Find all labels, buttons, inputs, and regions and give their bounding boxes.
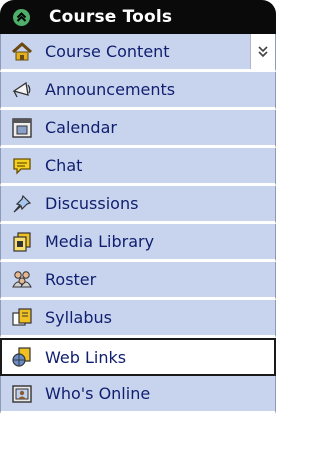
web-links-icon bbox=[11, 346, 33, 368]
course-tools-panel: Course Tools Course Content Announcement… bbox=[0, 0, 276, 470]
menu-item-web-links[interactable]: Web Links bbox=[0, 338, 276, 376]
pushpin-icon bbox=[11, 193, 33, 215]
menu-item-label: Media Library bbox=[45, 232, 155, 251]
collapse-up-icon[interactable] bbox=[13, 8, 30, 26]
menu-item-label: Roster bbox=[45, 270, 97, 289]
menu-item-roster[interactable]: Roster bbox=[0, 262, 276, 300]
menu-item-course-content[interactable]: Course Content bbox=[0, 34, 276, 72]
menu-item-label: Syllabus bbox=[45, 308, 112, 327]
syllabus-icon bbox=[11, 307, 33, 329]
menu-item-label: Who's Online bbox=[45, 384, 151, 403]
menu-item-syllabus[interactable]: Syllabus bbox=[0, 300, 276, 338]
menu-item-label: Course Content bbox=[45, 42, 170, 61]
chevron-down-icon[interactable] bbox=[250, 34, 275, 69]
calendar-icon bbox=[11, 117, 33, 139]
whos-online-icon bbox=[11, 383, 33, 405]
menu-item-label: Discussions bbox=[45, 194, 139, 213]
menu-item-label: Chat bbox=[45, 156, 83, 175]
course-tools-title: Course Tools bbox=[49, 7, 173, 27]
menu-item-label: Announcements bbox=[45, 80, 176, 99]
menu-item-discussions[interactable]: Discussions bbox=[0, 186, 276, 224]
chat-bubble-icon bbox=[11, 155, 33, 177]
course-tools-menu: Course Content Announcements Calendar Ch… bbox=[0, 34, 276, 414]
menu-item-whos-online[interactable]: Who's Online bbox=[0, 376, 276, 414]
megaphone-icon bbox=[11, 79, 33, 101]
people-icon bbox=[11, 269, 33, 291]
menu-item-announcements[interactable]: Announcements bbox=[0, 72, 276, 110]
menu-item-label: Calendar bbox=[45, 118, 117, 137]
home-icon bbox=[11, 41, 33, 63]
menu-item-chat[interactable]: Chat bbox=[0, 148, 276, 186]
menu-item-media-library[interactable]: Media Library bbox=[0, 224, 276, 262]
course-tools-header: Course Tools bbox=[0, 0, 276, 34]
menu-item-calendar[interactable]: Calendar bbox=[0, 110, 276, 148]
menu-item-label: Web Links bbox=[45, 347, 127, 367]
media-library-icon bbox=[11, 231, 33, 253]
